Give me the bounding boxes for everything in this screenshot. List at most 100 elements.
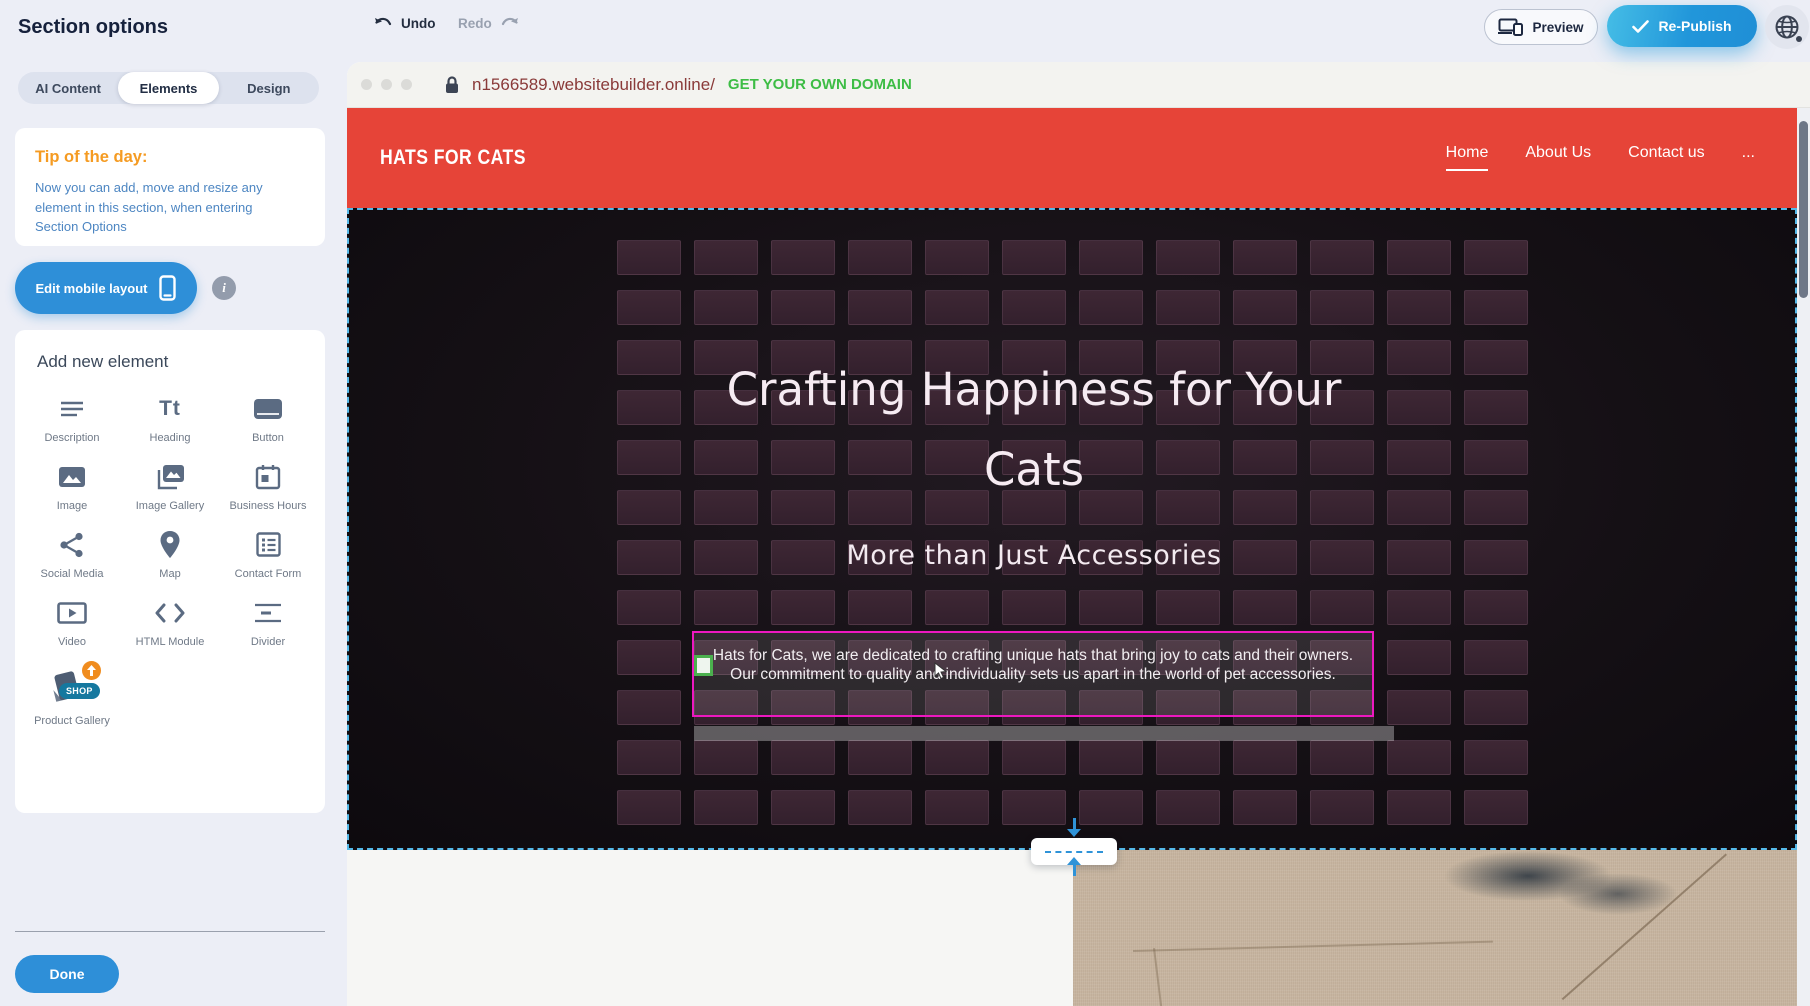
hero-tile [1079,590,1143,625]
hero-tile [1079,790,1143,825]
hero-paragraph: Hats for Cats, we are dedicated to craft… [694,633,1372,684]
language-globe-button[interactable] [1765,5,1809,49]
hero-tile [617,690,681,725]
nav-contact-us[interactable]: Contact us [1628,144,1704,169]
html-module-icon [155,598,185,628]
hero-tile [1387,790,1451,825]
sidebar-divider [15,931,325,932]
edit-mobile-label: Edit mobile layout [36,281,148,296]
hero-tile [925,240,989,275]
preview-label: Preview [1532,20,1583,35]
hero-tile [1156,240,1220,275]
hero-section[interactable]: Crafting Happiness for Your Cats More th… [347,208,1797,850]
element-drag-bar[interactable] [694,726,1394,741]
element-map[interactable]: Map [126,530,214,582]
tab-design[interactable]: Design [219,72,319,104]
hero-tile [1387,690,1451,725]
republish-button[interactable]: Re-Publish [1607,5,1757,47]
hero-tile [771,590,835,625]
scrollbar-track[interactable] [1797,108,1810,1006]
hero-tile [848,290,912,325]
element-contact-form[interactable]: Contact Form [224,530,312,582]
tip-body: Now you can add, move and resize any ele… [35,178,297,237]
redo-icon [499,16,519,31]
hero-tile [1233,290,1297,325]
element-description[interactable]: Description [28,394,116,446]
hero-tile [1464,590,1528,625]
pavement-crack [1133,941,1493,952]
hero-tile [1310,290,1374,325]
section-options-panel: AI Content Elements Design Tip of the da… [0,56,337,1006]
hero-tile [1233,590,1297,625]
element-product-gallery[interactable]: SHOP Product Gallery [28,665,116,729]
browser-chrome: n1566589.websitebuilder.online/ GET YOUR… [347,62,1810,108]
undo-label: Undo [401,16,436,31]
image-icon [58,462,86,492]
hero-tile [1464,290,1528,325]
tab-elements[interactable]: Elements [118,72,218,104]
nav-more[interactable]: ... [1742,144,1755,169]
element-grid: Description Tt Heading Button Image [15,394,325,729]
hero-tile [925,290,989,325]
undo-button[interactable]: Undo [374,16,436,31]
selected-text-element[interactable]: Hats for Cats, we are dedicated to craft… [692,631,1374,717]
hero-tile [1464,240,1528,275]
mouse-cursor [934,662,948,680]
hero-tile [1156,740,1220,775]
nav-about-us[interactable]: About Us [1525,144,1591,169]
product-gallery-icon: SHOP [49,665,95,707]
element-html-module[interactable]: HTML Module [126,598,214,650]
window-dots [361,79,412,90]
element-image[interactable]: Image [28,462,116,514]
done-button[interactable]: Done [15,955,119,993]
site-preview-window: n1566589.websitebuilder.online/ GET YOUR… [347,62,1810,1006]
scrollbar-thumb[interactable] [1799,121,1808,298]
hero-tile [1387,740,1451,775]
site-logo[interactable]: Hats for Cats [380,146,526,170]
hero-tile [1464,740,1528,775]
business-hours-icon [255,462,281,492]
hero-tile [1156,290,1220,325]
hero-tile [617,740,681,775]
hero-tile [1464,690,1528,725]
hero-heading[interactable]: Crafting Happiness for Your Cats [349,350,1797,510]
check-icon [1632,20,1649,33]
edit-mobile-layout-button[interactable]: Edit mobile layout [15,262,197,314]
description-icon [58,394,86,424]
element-video[interactable]: Video [28,598,116,650]
top-toolbar: Section options Undo Redo Preview Re-Pub… [0,0,1810,56]
nav-home[interactable]: Home [1446,144,1489,171]
hero-tile [925,590,989,625]
hero-tile [1156,790,1220,825]
shop-badge: SHOP [59,683,100,699]
element-heading[interactable]: Tt Heading [126,394,214,446]
hero-tile [1464,640,1528,675]
info-icon[interactable]: i [212,276,236,300]
redo-label: Redo [458,16,492,31]
image-gallery-icon [155,462,185,492]
hero-tile [848,740,912,775]
redo-button[interactable]: Redo [458,16,519,31]
site-canvas: Hats for Cats Home About Us Contact us .… [347,108,1797,1006]
hero-tile [925,790,989,825]
element-business-hours[interactable]: Business Hours [224,462,312,514]
hero-tile [1002,590,1066,625]
element-image-gallery[interactable]: Image Gallery [126,462,214,514]
get-your-own-domain-link[interactable]: GET YOUR OWN DOMAIN [728,76,912,93]
resize-handle[interactable] [694,655,713,676]
element-button[interactable]: Button [224,394,312,446]
hero-subheading[interactable]: More than Just Accessories [349,540,1797,571]
add-new-element-card: Add new element Description Tt Heading B… [15,330,325,813]
hero-tile [1464,790,1528,825]
element-divider[interactable]: Divider [224,598,312,650]
tab-ai-content[interactable]: AI Content [18,72,118,104]
preview-button[interactable]: Preview [1484,9,1598,45]
add-new-element-title: Add new element [37,352,325,372]
pavement-crack [1154,948,1163,1006]
url-text[interactable]: n1566589.websitebuilder.online/ [472,75,715,95]
republish-label: Re-Publish [1658,18,1731,34]
tip-of-the-day-card: Tip of the day: Now you can add, move an… [15,128,325,246]
dashed-line-icon [1045,851,1103,853]
element-social-media[interactable]: Social Media [28,530,116,582]
social-media-icon [59,530,85,560]
